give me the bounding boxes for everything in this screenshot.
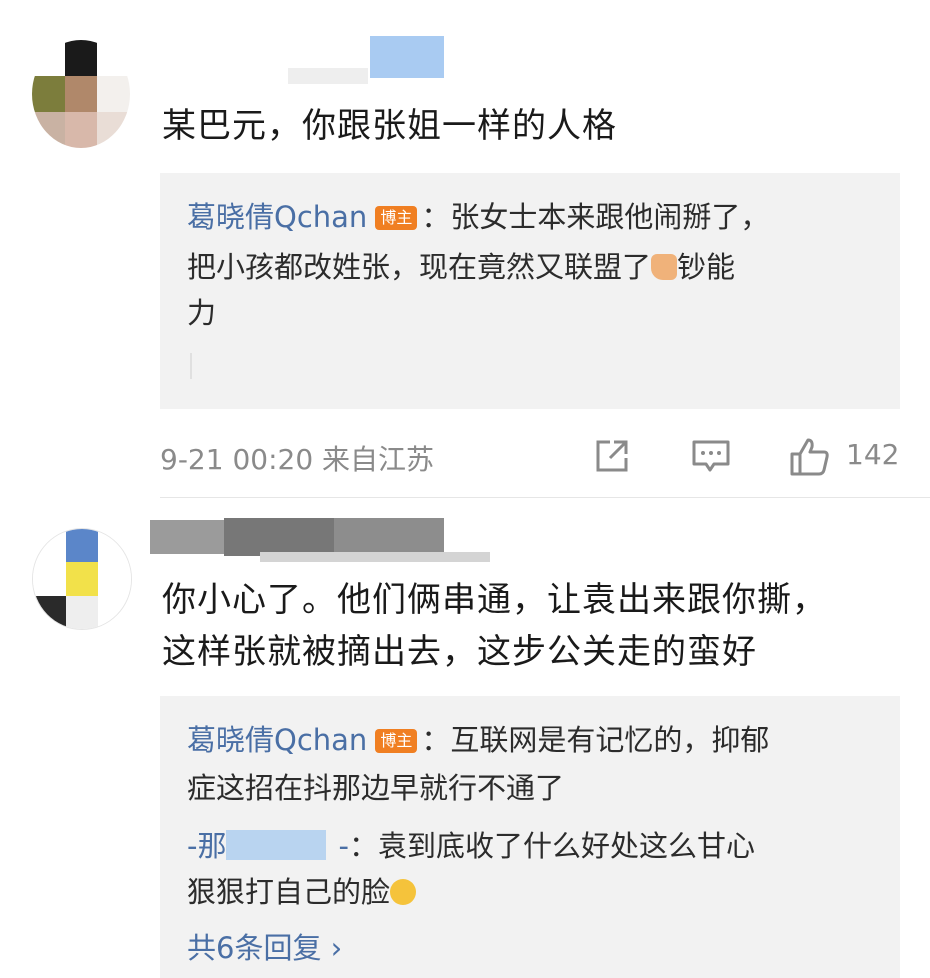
view-more-replies-link[interactable]: 共6条回复 › xyxy=(187,924,342,972)
user-avatar[interactable] xyxy=(32,528,132,630)
reply-author[interactable]: -那 xyxy=(187,829,226,863)
like-count: 142 xyxy=(846,438,900,471)
reply-text: 钞能 xyxy=(677,250,736,284)
username-redacted[interactable] xyxy=(370,36,444,78)
username-redacted[interactable] xyxy=(224,518,334,556)
reply-line: -那 -：袁到底收了什么好处这么甘心 xyxy=(187,822,870,870)
share-icon[interactable] xyxy=(592,436,632,476)
comment-text: 某巴元，你跟张姐一样的人格 xyxy=(162,106,617,146)
comment-time: 9-21 00:20 来自江苏 xyxy=(160,443,435,476)
blogger-badge: 博主 xyxy=(375,206,418,230)
reply-text: 狠狠打自己的脸 xyxy=(187,875,391,909)
comment-icon[interactable] xyxy=(690,436,732,476)
blogger-badge: 博主 xyxy=(375,729,418,753)
username-redacted[interactable] xyxy=(334,518,444,556)
reply-author[interactable]: 葛晓倩Qchan xyxy=(187,723,367,757)
reply-line: 症这招在抖那边早就行不通了 xyxy=(187,764,870,812)
reply-text: ：互联网是有记忆的，抑郁 xyxy=(421,723,770,757)
reply-text: 症这招在抖那边早就行不通了 xyxy=(187,771,565,805)
username-redacted[interactable] xyxy=(226,830,327,860)
username-redacted[interactable] xyxy=(288,68,368,84)
reply-text: 把小孩都改姓张，现在竟然又联盟了 xyxy=(187,250,652,284)
reply-line: 葛晓倩Qchan 博主 ：互联网是有记忆的，抑郁 xyxy=(187,716,870,764)
comment-text: 你小心了。他们俩串通，让袁出来跟你撕， 这样张就被摘出去，这步公关走的蛮好 xyxy=(162,580,827,672)
redacted-mark xyxy=(190,353,192,379)
reply-author[interactable]: 葛晓倩Qchan xyxy=(187,200,367,234)
reply-preview-box[interactable]: 葛晓倩Qchan 博主 ：互联网是有记忆的，抑郁 症这招在抖那边早就行不通了 -那 -… xyxy=(160,696,900,978)
reply-line: 葛晓倩Qchan 博主 ：张女士本来跟他闹掰了， xyxy=(187,193,870,241)
like-icon[interactable] xyxy=(788,436,832,478)
reply-text: 力 xyxy=(187,296,217,330)
smile-icon xyxy=(390,879,417,905)
username-redacted[interactable] xyxy=(260,552,490,562)
username-redacted[interactable] xyxy=(150,520,224,554)
thumbs-up-icon xyxy=(651,254,678,280)
reply-text: ：张女士本来跟他闹掰了， xyxy=(421,200,770,234)
comment-divider xyxy=(160,497,930,498)
reply-line: 狠狠打自己的脸 xyxy=(187,868,870,916)
comment-meta: 9-21 00:20 来自江苏 142 xyxy=(160,432,900,480)
reply-preview-box[interactable]: 葛晓倩Qchan 博主 ：张女士本来跟他闹掰了， 把小孩都改姓张，现在竟然又联盟了钞… xyxy=(160,173,900,409)
reply-text: ：袁到底收了什么好处这么甘心 xyxy=(348,829,755,863)
reply-line: 力 xyxy=(187,289,870,337)
user-avatar[interactable] xyxy=(32,40,130,148)
reply-line: 把小孩都改姓张，现在竟然又联盟了 钞能 xyxy=(187,243,870,291)
reply-author[interactable]: - xyxy=(338,829,348,863)
